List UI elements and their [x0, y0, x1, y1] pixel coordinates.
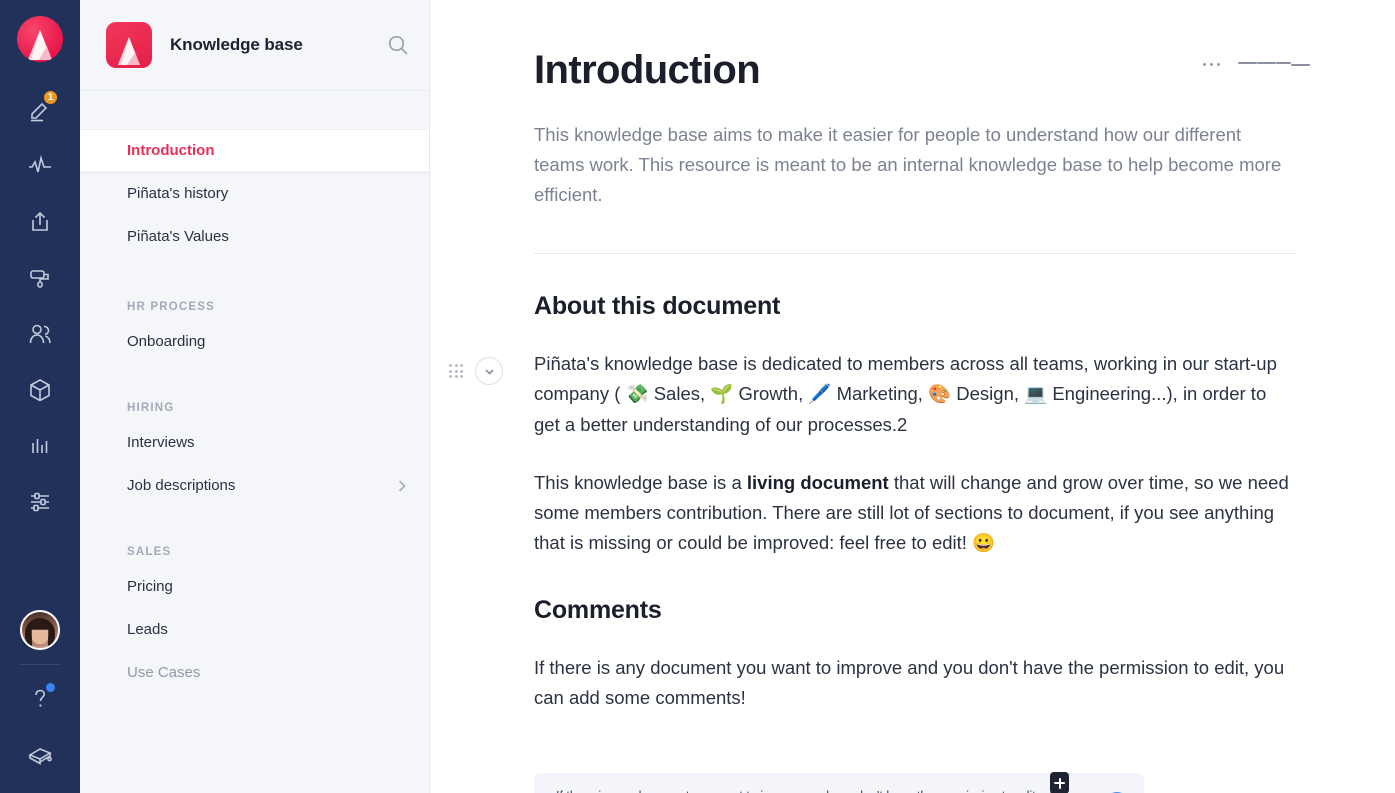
rail-item-analytics[interactable]: [12, 138, 68, 194]
sidebar-item-label: Piñata's history: [127, 185, 229, 202]
sidebar-item-label: Introduction: [127, 142, 215, 159]
knowledge-base-sidebar: Knowledge base Introduction Piñata's his…: [80, 0, 430, 793]
sidebar-item-use-cases[interactable]: Use Cases: [80, 651, 429, 694]
rail-item-help[interactable]: [12, 671, 68, 727]
sidebar-item-label: Leads: [127, 621, 168, 638]
sidebar-group-root: Introduction Piñata's history Piñata's V…: [80, 129, 429, 258]
sidebar-section-label: HR PROCESS: [127, 301, 216, 313]
sidebar-item-job-descriptions[interactable]: Job descriptions: [80, 464, 429, 507]
team-label-engineering: Engineering: [1052, 383, 1152, 404]
section-heading-about: About this document: [534, 292, 781, 320]
app-root: 1 Knowledge base Introduction Piñata's h…: [0, 0, 1395, 793]
rail-bottom-group: [12, 610, 68, 793]
rail-item-edit[interactable]: 1: [12, 82, 68, 138]
rail-item-cube[interactable]: [12, 362, 68, 418]
rail-item-paint-roller[interactable]: [12, 250, 68, 306]
sidebar-item-pricing[interactable]: Pricing: [80, 565, 429, 608]
rail-item-bar-chart[interactable]: [12, 418, 68, 474]
comment-callout-container: If there is any document you want to imp…: [534, 765, 1310, 793]
outline-icon[interactable]: [1238, 62, 1310, 67]
search-icon[interactable]: [387, 34, 409, 56]
sidebar-item-onboarding[interactable]: Onboarding: [80, 320, 429, 363]
team-label-design: Design: [956, 383, 1014, 404]
sidebar-item-introduction[interactable]: Introduction: [80, 129, 429, 172]
document-lead-paragraph: This knowledge base aims to make it easi…: [534, 124, 1282, 205]
living-doc-bold: living document: [746, 472, 889, 493]
nav-rail: 1: [0, 0, 80, 793]
sidebar-logo-icon: [106, 22, 152, 68]
rail-item-books[interactable]: [12, 727, 68, 783]
sidebar-item-leads[interactable]: Leads: [80, 608, 429, 651]
comments-paragraph: If there is any document you want to imp…: [534, 657, 1285, 708]
sidebar-item-label: Piñata's Values: [127, 228, 229, 245]
nav-rail-items: 1: [0, 82, 80, 530]
emoji-sales: 💸: [625, 384, 649, 405]
sidebar-item-interviews[interactable]: Interviews: [80, 421, 429, 464]
collapse-block-icon[interactable]: [475, 357, 504, 385]
chevron-right-icon: [398, 479, 406, 492]
content-block-about: Piñata's knowledge base is dedicated to …: [449, 349, 1310, 440]
section-heading-comments: Comments: [534, 596, 662, 624]
emoji-growth: 🌱: [710, 384, 734, 405]
document-divider: [534, 253, 1296, 254]
rail-badge-edit: 1: [42, 89, 59, 106]
sidebar-item-label: Interviews: [127, 434, 195, 451]
sidebar-section-label: HIRING: [127, 402, 175, 414]
avatar[interactable]: [20, 610, 60, 650]
drag-handle-icon[interactable]: [449, 363, 464, 379]
sidebar-group-hr-process: HR PROCESS Onboarding: [80, 294, 429, 363]
sidebar-item-pinatas-values[interactable]: Piñata's Values: [80, 215, 429, 258]
block-controls: [449, 357, 504, 385]
sidebar-group-hiring: HIRING Interviews Job descriptions: [80, 395, 429, 507]
team-label-sales: Sales: [653, 383, 700, 404]
sidebar-group-sales: SALES Pricing Leads Use Cases: [80, 539, 429, 694]
document-toolbar: [1202, 62, 1310, 67]
rail-divider: [19, 664, 61, 665]
sidebar-nav-list: Introduction Piñata's history Piñata's V…: [80, 129, 429, 704]
sidebar-section-label: SALES: [127, 546, 172, 558]
mouse-cursor: [1050, 772, 1069, 793]
sidebar-header: Knowledge base: [80, 0, 429, 91]
emoji-engineering: 💻: [1024, 384, 1048, 405]
document-body: Introduction This knowledge base aims to…: [430, 0, 1395, 793]
emoji-design: 🎨: [928, 384, 952, 405]
more-options-icon[interactable]: [1202, 62, 1220, 67]
emoji-marketing: 🖊️: [808, 384, 832, 405]
rail-item-upload[interactable]: [12, 194, 68, 250]
team-label-growth: Growth: [738, 383, 799, 404]
about-paragraph: Piñata's knowledge base is dedicated to …: [534, 353, 1277, 435]
sidebar-item-label: Onboarding: [127, 333, 206, 350]
rail-item-sliders[interactable]: [12, 474, 68, 530]
rail-item-people[interactable]: [12, 306, 68, 362]
sidebar-item-pinatas-history[interactable]: Piñata's history: [80, 172, 429, 215]
comment-callout-text: If there is any document you want to imp…: [556, 789, 1080, 793]
sidebar-title: Knowledge base: [170, 35, 303, 54]
sidebar-item-label: Job descriptions: [127, 477, 236, 494]
sidebar-item-label: Pricing: [127, 578, 173, 595]
living-document-paragraph: This knowledge base is a living document…: [534, 468, 1296, 558]
brand-logo[interactable]: [17, 16, 63, 62]
document-pane: Introduction This knowledge base aims to…: [430, 0, 1395, 793]
page-title: Introduction: [534, 48, 761, 92]
sidebar-item-label: Use Cases: [127, 664, 201, 681]
living-doc-pre: This knowledge base is a: [534, 472, 747, 493]
team-label-marketing: Marketing: [836, 383, 918, 404]
help-notification-dot: [46, 683, 55, 692]
